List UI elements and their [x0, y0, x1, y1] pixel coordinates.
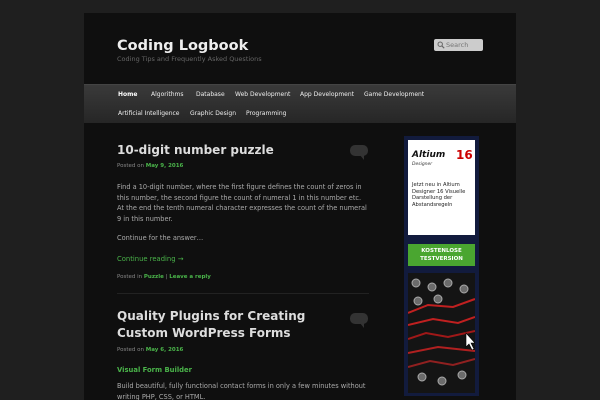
posted-on-label: Posted on — [117, 347, 144, 353]
post-excerpt: Find a 10-digit number, where the first … — [117, 183, 367, 223]
site-title[interactable]: Coding Logbook — [117, 38, 248, 54]
ad-subtitle: Designer — [412, 162, 433, 167]
ad-version: 16 — [456, 148, 473, 162]
nav-item-programming[interactable]: Programming — [246, 110, 286, 117]
post-title[interactable]: 10-digit number puzzle — [117, 142, 274, 159]
site-header: Coding Logbook Coding Tips and Frequentl… — [84, 13, 516, 85]
post-subheading: Visual Form Builder — [117, 366, 192, 374]
nav-item-game-development[interactable]: Game Development — [364, 91, 424, 98]
ad-cta-line: KOSTENLOSE — [421, 248, 462, 254]
ad-cta-button[interactable]: KOSTENLOSE TESTVERSION — [408, 244, 475, 266]
post-excerpt: Build beautiful, fully functional contac… — [117, 382, 366, 400]
comment-bubble-icon[interactable] — [350, 145, 368, 160]
post-footer-meta: Posted in Puzzle | Leave a reply — [117, 274, 211, 280]
ad-text: Jetzt neu in Altium Designer 16 Visuelle… — [412, 182, 466, 208]
circuit-board-image — [408, 273, 475, 393]
site-description: Coding Tips and Frequently Asked Questio… — [117, 55, 262, 63]
ad-panel: Altium 16 Designer Jetzt neu in Altium D… — [408, 140, 475, 235]
ad-logo: Altium — [412, 150, 446, 160]
post-title[interactable]: Quality Plugins for Creating Custom Word… — [117, 308, 305, 342]
post-divider — [117, 293, 369, 294]
page-container: Coding Logbook Coding Tips and Frequentl… — [84, 13, 516, 400]
main-nav: Home Algorithms Database Web Development… — [84, 84, 516, 123]
nav-item-algorithms[interactable]: Algorithms — [151, 91, 184, 98]
category-link[interactable]: Puzzle — [144, 274, 164, 280]
nav-item-home[interactable]: Home — [118, 91, 137, 98]
nav-item-database[interactable]: Database — [196, 91, 225, 98]
search-input[interactable] — [446, 39, 482, 51]
search-icon — [437, 41, 445, 49]
posted-in-label: Posted in — [117, 274, 143, 280]
post-continue-text: Continue for the answer… — [117, 234, 204, 242]
post-meta: Posted on May 9, 2016 — [117, 163, 183, 169]
sidebar-advertisement[interactable]: Altium 16 Designer Jetzt neu in Altium D… — [404, 136, 479, 396]
nav-item-graphic-design[interactable]: Graphic Design — [190, 110, 236, 117]
post-meta: Posted on May 6, 2016 — [117, 347, 183, 353]
leave-reply-link[interactable]: Leave a reply — [169, 274, 211, 280]
continue-reading-link[interactable]: Continue reading → — [117, 255, 183, 263]
post-date-link[interactable]: May 9, 2016 — [146, 163, 184, 169]
post-title-line[interactable]: Quality Plugins for Creating — [117, 308, 305, 325]
comment-bubble-icon[interactable] — [350, 313, 368, 328]
nav-item-app-development[interactable]: App Development — [300, 91, 354, 98]
nav-item-artificial-intelligence[interactable]: Artificial Intelligence — [118, 110, 180, 117]
search-box[interactable] — [434, 39, 483, 51]
post-date-link[interactable]: May 6, 2016 — [146, 347, 184, 353]
posted-on-label: Posted on — [117, 163, 144, 169]
nav-item-web-development[interactable]: Web Development — [235, 91, 290, 98]
ad-cta-line: TESTVERSION — [420, 256, 463, 262]
post-title-line[interactable]: Custom WordPress Forms — [117, 325, 305, 342]
